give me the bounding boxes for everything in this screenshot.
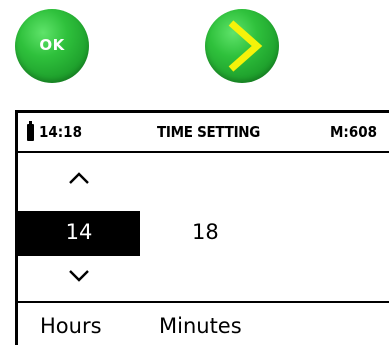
next-button[interactable] [205, 9, 279, 83]
hours-label: Hours [40, 314, 102, 338]
chevron-right-icon [228, 20, 263, 72]
battery-icon [27, 121, 34, 141]
ok-button-label: OK [39, 36, 65, 54]
divider [18, 301, 389, 303]
status-bar: 14:18 TIME SETTING M:608 [18, 113, 389, 153]
chevron-up-icon[interactable] [68, 171, 90, 185]
hours-field[interactable]: 14 [18, 211, 140, 256]
hours-value: 14 [65, 220, 93, 244]
screen-title: TIME SETTING [157, 123, 261, 141]
minutes-label: Minutes [159, 314, 242, 338]
ok-button[interactable]: OK [15, 9, 89, 83]
device-screen: 14:18 TIME SETTING M:608 14 18 Hours Min… [15, 110, 389, 345]
minutes-value[interactable]: 18 [192, 220, 219, 244]
memory-indicator: M:608 [330, 123, 377, 141]
status-time: 14:18 [39, 123, 82, 141]
chevron-down-icon[interactable] [68, 269, 90, 283]
